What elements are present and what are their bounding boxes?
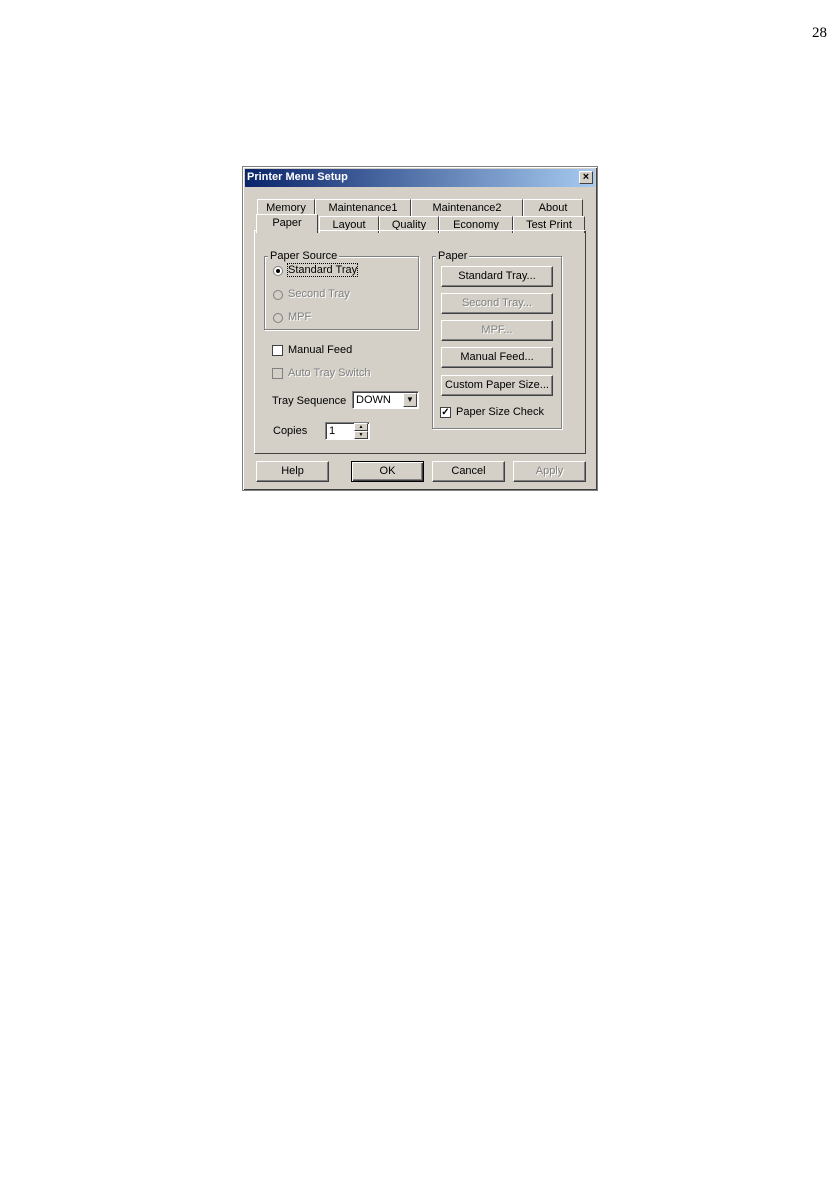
copies-value: 1 — [329, 425, 336, 437]
paper-source-label: Paper Source — [268, 250, 340, 262]
spin-down-icon[interactable]: ▼ — [354, 431, 368, 439]
ok-button[interactable]: OK — [351, 461, 424, 482]
close-button[interactable]: × — [579, 171, 593, 184]
tab-maintenance1[interactable]: Maintenance1 — [315, 199, 411, 216]
paper-group-label: Paper — [436, 250, 470, 262]
dialog-title: Printer Menu Setup — [247, 171, 348, 183]
manual-feed-button[interactable]: Manual Feed... — [441, 347, 553, 368]
checkbox-icon — [272, 368, 283, 379]
tab-paper[interactable]: Paper — [256, 214, 318, 233]
radio-icon — [273, 313, 283, 323]
manual-feed-label: Manual Feed — [288, 344, 353, 356]
tray-sequence-label: Tray Sequence — [272, 395, 347, 407]
copies-spinner[interactable]: 1 ▲ ▼ — [325, 422, 370, 440]
second-tray-button[interactable]: Second Tray... — [441, 293, 553, 314]
printer-menu-setup-dialog: Printer Menu Setup × Memory Maintenance1… — [242, 166, 598, 491]
help-button[interactable]: Help — [256, 461, 329, 482]
dropdown-arrow-icon[interactable]: ▼ — [403, 393, 417, 407]
checkmark-icon: ✓ — [440, 407, 451, 418]
tray-sequence-value: DOWN — [356, 394, 391, 406]
copies-label: Copies — [273, 425, 308, 437]
page-number: 28 — [812, 25, 827, 41]
tab-maintenance2[interactable]: Maintenance2 — [411, 199, 523, 216]
tray-sequence-select[interactable]: DOWN ▼ — [352, 391, 419, 409]
auto-tray-switch-label: Auto Tray Switch — [288, 367, 371, 379]
mpf-label: MPF — [288, 311, 312, 323]
radio-icon — [273, 290, 283, 300]
radio-selected-icon — [273, 266, 283, 276]
spin-up-icon[interactable]: ▲ — [354, 423, 368, 431]
paper-size-check-label: Paper Size Check — [456, 406, 545, 418]
custom-paper-size-button[interactable]: Custom Paper Size... — [441, 375, 553, 396]
standard-tray-button[interactable]: Standard Tray... — [441, 266, 553, 287]
title-bar[interactable]: Printer Menu Setup × — [245, 169, 595, 187]
apply-button[interactable]: Apply — [513, 461, 586, 482]
tab-about[interactable]: About — [523, 199, 583, 216]
standard-tray-label: Standard Tray — [286, 263, 359, 277]
second-tray-label: Second Tray — [288, 288, 350, 300]
cancel-button[interactable]: Cancel — [432, 461, 505, 482]
checkbox-icon — [272, 345, 283, 356]
mpf-button[interactable]: MPF... — [441, 320, 553, 341]
